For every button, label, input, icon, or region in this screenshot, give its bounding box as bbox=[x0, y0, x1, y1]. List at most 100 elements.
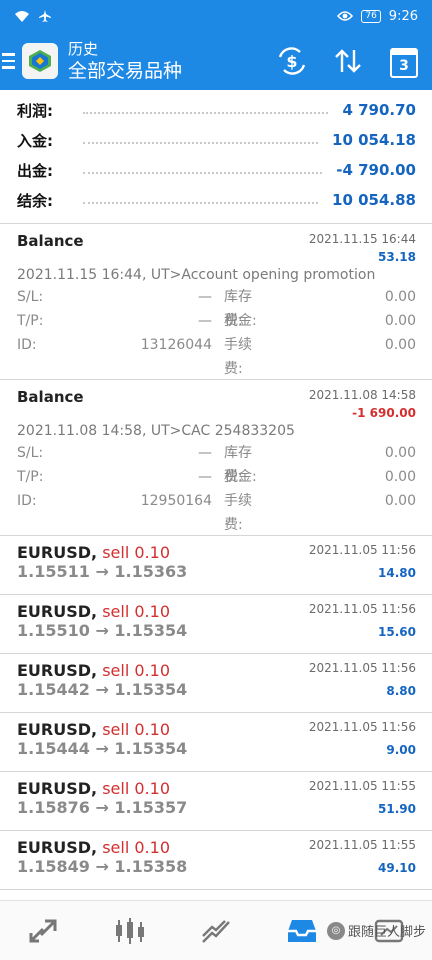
sl-value: — bbox=[198, 445, 212, 461]
summary-profit: 利润: 4 790.70 bbox=[17, 95, 416, 125]
fee-label: 手续费: bbox=[224, 337, 252, 377]
svg-text:$: $ bbox=[286, 52, 297, 71]
storage-value: 0.00 bbox=[384, 289, 416, 305]
trade-prices: 1.15442 → 1.15354 bbox=[17, 680, 188, 699]
nav-quotes[interactable] bbox=[0, 917, 86, 945]
menu-icon[interactable] bbox=[2, 53, 20, 69]
summary-label: 结余: bbox=[17, 191, 53, 210]
trade-row[interactable]: EURUSD, sell 0.10 2021.11.05 11:56 1.155… bbox=[0, 595, 432, 654]
page-title: 历史 bbox=[68, 39, 99, 58]
fee-value: 0.00 bbox=[384, 493, 416, 509]
trade-type: sell 0.10 bbox=[102, 838, 170, 857]
id-label: ID: bbox=[17, 493, 37, 509]
trade-symbol: EURUSD, bbox=[17, 838, 98, 857]
trade-date: 2021.11.05 11:55 bbox=[308, 779, 416, 793]
trade-prices: 1.15510 → 1.15354 bbox=[17, 621, 188, 640]
storage-label: 库存费: bbox=[224, 445, 252, 485]
trade-symbol: EURUSD, bbox=[17, 779, 98, 798]
summary-withdrawal: 出金: -4 790.00 bbox=[17, 155, 416, 185]
nav-trade[interactable] bbox=[173, 917, 259, 945]
deal-details: S/L: — 库存费: 0.00 T/P: — 税金: 0.00 ID: 129… bbox=[17, 441, 416, 533]
summary-deposit: 入金: 10 054.18 bbox=[17, 125, 416, 155]
app-logo bbox=[22, 43, 58, 79]
trade-icon bbox=[202, 919, 230, 943]
watermark-icon: ◎ bbox=[326, 921, 345, 940]
trade-profit: 14.80 bbox=[378, 566, 416, 580]
deal-details: S/L: — 库存费: 0.00 T/P: — 税金: 0.00 ID: 131… bbox=[17, 285, 416, 377]
fee-value: 0.00 bbox=[384, 337, 416, 353]
trade-type: sell 0.10 bbox=[102, 543, 170, 562]
trade-prices: 1.15444 → 1.15354 bbox=[17, 739, 188, 758]
watermark-text: 跟随巨人脚步 bbox=[347, 925, 426, 940]
balance-record[interactable]: Balance 2021.11.15 16:44 53.18 2021.11.1… bbox=[0, 224, 432, 380]
chart-icon bbox=[115, 917, 144, 944]
summary-value: -4 790.00 bbox=[336, 161, 416, 179]
trade-date: 2021.11.05 11:55 bbox=[308, 838, 416, 852]
sl-value: — bbox=[198, 289, 212, 305]
trade-row[interactable]: EURUSD, sell 0.10 2021.11.05 11:56 1.155… bbox=[0, 536, 432, 595]
currency-exchange-icon: $ bbox=[278, 47, 306, 75]
trade-row[interactable]: EURUSD, sell 0.10 2021.11.05 11:56 1.154… bbox=[0, 654, 432, 713]
quotes-icon bbox=[29, 919, 57, 942]
app-bar: 历史 全部交易品种 $ 3 bbox=[0, 32, 432, 90]
symbol-filter[interactable]: 全部交易品种 bbox=[68, 59, 264, 83]
trade-row[interactable]: EURUSD, sell 0.10 2021.11.05 11:56 1.154… bbox=[0, 713, 432, 772]
summary-value: 4 790.70 bbox=[342, 101, 416, 119]
tax-value: 0.00 bbox=[384, 313, 416, 329]
trade-symbol: EURUSD, bbox=[17, 661, 98, 680]
summary-label: 入金: bbox=[17, 131, 53, 150]
fee-label: 手续费: bbox=[224, 493, 252, 533]
deal-name: Balance bbox=[17, 232, 84, 250]
trade-date: 2021.11.05 11:56 bbox=[308, 661, 416, 675]
trade-type: sell 0.10 bbox=[102, 779, 170, 798]
trade-profit: 15.60 bbox=[378, 625, 416, 639]
id-label: ID: bbox=[17, 337, 37, 353]
tp-value: — bbox=[198, 313, 212, 329]
trade-symbol: EURUSD, bbox=[17, 720, 98, 739]
nav-chart[interactable] bbox=[86, 916, 172, 946]
status-bar: 76 9:26 bbox=[0, 0, 432, 32]
id-value: 12950164 bbox=[140, 493, 212, 509]
history-icon bbox=[288, 919, 317, 942]
sort-icon bbox=[335, 49, 361, 73]
trade-row[interactable]: EURUSD, sell 0.10 2021.11.05 11:55 1.158… bbox=[0, 772, 432, 831]
deal-amount: -1 690.00 bbox=[352, 406, 416, 420]
deal-amount: 53.18 bbox=[378, 250, 416, 264]
trade-prices: 1.15876 → 1.15357 bbox=[17, 798, 188, 817]
account-summary: 利润: 4 790.70 入金: 10 054.18 出金: -4 790.00… bbox=[0, 90, 432, 224]
currency-exchange-button[interactable]: $ bbox=[264, 47, 320, 75]
trade-symbol: EURUSD, bbox=[17, 602, 98, 621]
tax-value: 0.00 bbox=[384, 469, 416, 485]
trade-date: 2021.11.05 11:56 bbox=[308, 543, 416, 557]
airplane-icon bbox=[39, 10, 51, 22]
tax-label: 税金: bbox=[224, 313, 257, 329]
summary-value: 10 054.18 bbox=[332, 131, 416, 149]
id-value: 13126044 bbox=[140, 337, 212, 353]
summary-value: 10 054.88 bbox=[332, 191, 416, 209]
sl-label: S/L: bbox=[17, 445, 44, 461]
trade-profit: 49.10 bbox=[378, 861, 416, 875]
sort-button[interactable] bbox=[320, 48, 376, 74]
trade-row[interactable]: EURUSD, sell 0.10 2021.11.05 11:55 1.158… bbox=[0, 831, 432, 890]
trade-profit: 8.80 bbox=[386, 684, 416, 698]
calendar-button[interactable]: 3 bbox=[376, 44, 432, 78]
trade-symbol: EURUSD, bbox=[17, 543, 98, 562]
trade-type: sell 0.10 bbox=[102, 661, 170, 680]
wifi-icon bbox=[15, 10, 29, 22]
deal-date: 2021.11.15 16:44 bbox=[308, 232, 416, 246]
tp-label: T/P: bbox=[17, 313, 44, 329]
deal-comment: 2021.11.08 14:58, UT>CAC 254833205 bbox=[17, 423, 295, 439]
trade-prices: 1.15511 → 1.15363 bbox=[17, 562, 188, 581]
balance-record[interactable]: Balance 2021.11.08 14:58 -1 690.00 2021.… bbox=[0, 380, 432, 536]
summary-balance: 结余: 10 054.88 bbox=[17, 185, 416, 215]
tax-label: 税金: bbox=[224, 469, 257, 485]
summary-label: 出金: bbox=[17, 161, 53, 180]
sl-label: S/L: bbox=[17, 289, 44, 305]
trade-date: 2021.11.05 11:56 bbox=[308, 602, 416, 616]
trade-type: sell 0.10 bbox=[102, 602, 170, 621]
trade-date: 2021.11.05 11:56 bbox=[308, 720, 416, 734]
trade-profit: 9.00 bbox=[386, 743, 416, 757]
summary-label: 利润: bbox=[17, 101, 53, 120]
tp-value: — bbox=[198, 469, 212, 485]
trade-prices: 1.15849 → 1.15358 bbox=[17, 857, 188, 876]
